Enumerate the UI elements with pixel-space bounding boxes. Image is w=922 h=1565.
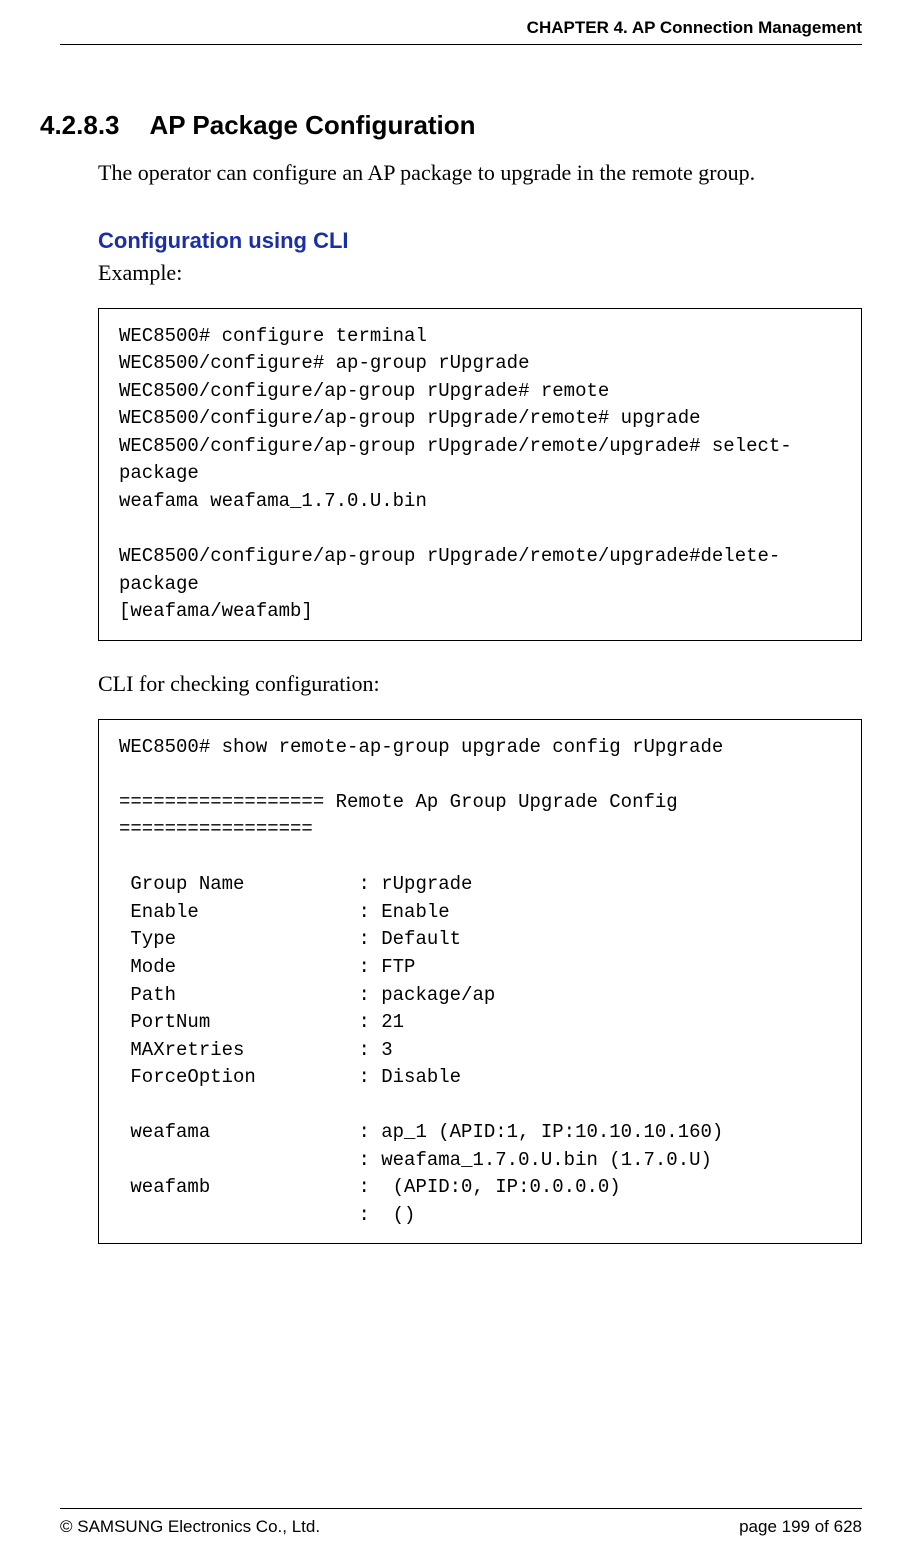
section-number: 4.2.8.3 [40, 110, 120, 141]
section-title: AP Package Configuration [150, 110, 476, 140]
chapter-label: CHAPTER 4. AP Connection Management [527, 18, 862, 37]
page-footer: © SAMSUNG Electronics Co., Ltd. page 199… [60, 1508, 862, 1537]
section-heading: 4.2.8.3 AP Package Configuration [40, 110, 862, 141]
cli-heading: Configuration using CLI [98, 228, 862, 254]
page-header: CHAPTER 4. AP Connection Management [60, 18, 862, 45]
page-content: 4.2.8.3 AP Package Configuration The oper… [40, 110, 862, 1274]
cli-code-block-1: WEC8500# configure terminal WEC8500/conf… [98, 308, 862, 641]
section-intro: The operator can configure an AP package… [98, 159, 862, 188]
example-label: Example: [98, 260, 862, 286]
footer-page-number: page 199 of 628 [739, 1517, 862, 1537]
footer-copyright: © SAMSUNG Electronics Co., Ltd. [60, 1517, 320, 1537]
cli-code-block-2: WEC8500# show remote-ap-group upgrade co… [98, 719, 862, 1245]
cli-check-label: CLI for checking configuration: [98, 671, 862, 697]
